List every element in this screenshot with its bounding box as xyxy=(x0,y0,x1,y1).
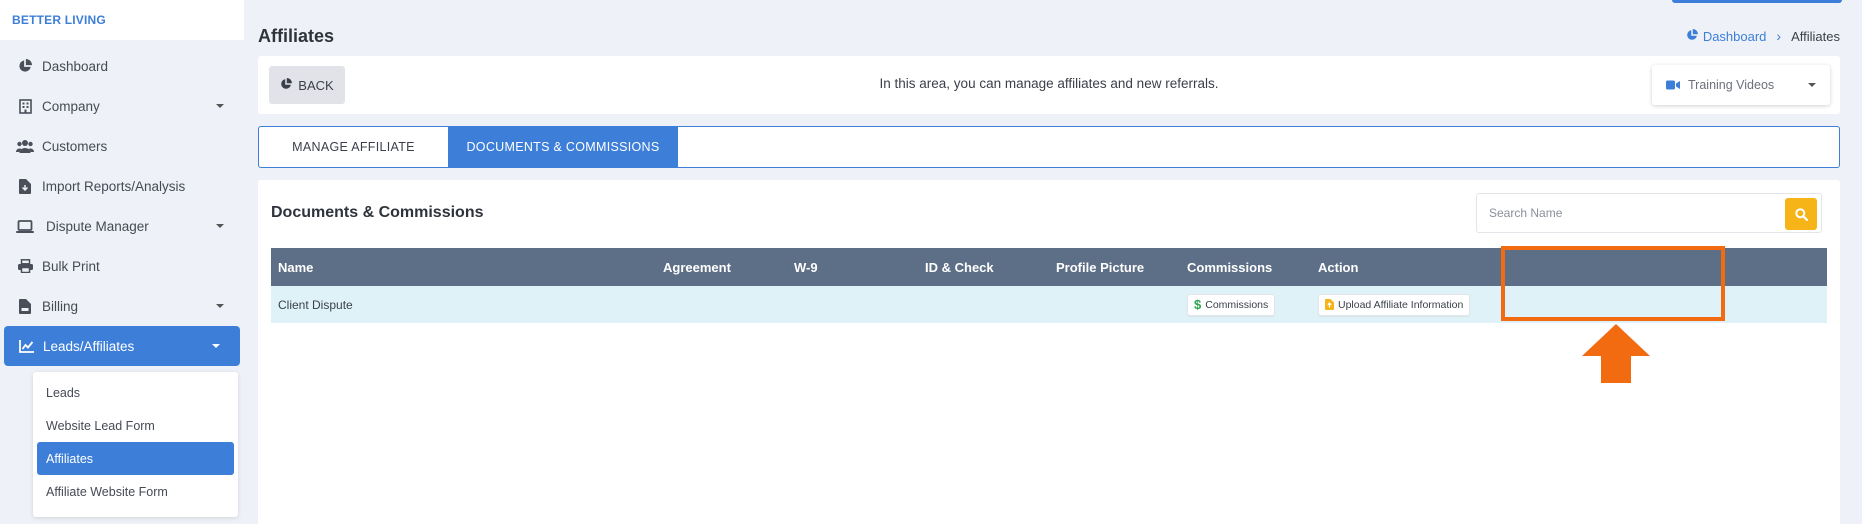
sidebar-item-label: Company xyxy=(42,98,100,114)
tab-bar: MANAGE AFFILIATE DOCUMENTS & COMMISSIONS xyxy=(258,126,1840,168)
chevron-down-icon xyxy=(216,304,224,308)
training-videos-label: Training Videos xyxy=(1688,78,1775,92)
sidebar-item-leads-affiliates[interactable]: Leads/Affiliates xyxy=(4,326,240,366)
building-icon xyxy=(16,97,34,115)
cell-name: Client Dispute xyxy=(278,297,353,312)
page-toolbar: In this area, you can manage affiliates … xyxy=(258,56,1840,114)
sidebar-item-dispute-manager[interactable]: Dispute Manager xyxy=(0,206,244,246)
chevron-down-icon xyxy=(216,104,224,108)
training-videos-dropdown[interactable]: Training Videos xyxy=(1652,65,1830,105)
breadcrumb-home-link[interactable]: Dashboard xyxy=(1686,28,1767,44)
back-button-label: BACK xyxy=(298,77,334,93)
sidebar-item-customers[interactable]: Customers xyxy=(0,126,244,166)
panel-title: Documents & Commissions xyxy=(271,204,484,221)
column-header-w9[interactable]: W-9 xyxy=(787,248,918,286)
sidebar-item-label: Customers xyxy=(42,138,108,154)
sidebar-item-import-reports[interactable]: Import Reports/Analysis xyxy=(0,166,244,206)
file-import-icon xyxy=(16,177,34,195)
search-icon xyxy=(1794,207,1808,221)
leads-affiliates-submenu: Leads Website Lead Form Affiliates Affil… xyxy=(33,372,238,517)
column-header-profile-picture[interactable]: Profile Picture xyxy=(1049,248,1180,286)
column-header-agreement[interactable]: Agreement xyxy=(656,248,787,286)
users-icon xyxy=(16,137,34,155)
sidebar-item-company[interactable]: Company xyxy=(0,86,244,126)
column-header-id-check[interactable]: ID & Check xyxy=(918,248,1049,286)
file-upload-icon xyxy=(1325,299,1334,310)
column-header-commissions[interactable]: Commissions xyxy=(1180,248,1311,286)
chart-line-icon xyxy=(17,337,35,355)
toolbar-message: In this area, you can manage affiliates … xyxy=(879,76,1219,91)
commissions-button-label: Commissions xyxy=(1205,298,1269,311)
video-camera-icon xyxy=(1666,80,1680,90)
pie-chart-icon xyxy=(1686,28,1698,44)
search-input[interactable] xyxy=(1477,194,1767,232)
sidebar-item-label: Bulk Print xyxy=(42,258,100,274)
breadcrumb: Dashboard › Affiliates xyxy=(1686,28,1840,44)
submenu-item-leads[interactable]: Leads xyxy=(33,376,238,409)
sidebar-item-bulk-print[interactable]: Bulk Print xyxy=(0,246,244,286)
laptop-icon xyxy=(16,217,34,235)
chevron-right-icon: › xyxy=(1776,28,1782,44)
invoice-icon xyxy=(16,297,34,315)
search-box xyxy=(1476,193,1822,233)
breadcrumb-current: Affiliates xyxy=(1791,28,1840,44)
brand-logo[interactable]: BETTER LIVING xyxy=(0,0,244,40)
tab-manage-affiliate[interactable]: MANAGE AFFILIATE xyxy=(259,127,448,167)
sidebar-item-dashboard[interactable]: Dashboard xyxy=(0,46,244,86)
sidebar-item-label: Dispute Manager xyxy=(46,218,149,234)
pie-chart-icon xyxy=(16,57,34,75)
chevron-down-icon xyxy=(216,224,224,228)
cell-id-check xyxy=(918,286,1049,323)
page-title: Affiliates xyxy=(258,26,335,46)
sidebar: BETTER LIVING Dashboard Company Customer… xyxy=(0,0,244,524)
submenu-item-website-lead-form[interactable]: Website Lead Form xyxy=(33,409,238,442)
commissions-button[interactable]: $ Commissions xyxy=(1187,293,1276,316)
cell-commissions: $ Commissions xyxy=(1180,286,1311,323)
upload-affiliate-information-button[interactable]: Upload Affiliate Information xyxy=(1318,293,1471,316)
breadcrumb-home-label: Dashboard xyxy=(1702,28,1767,44)
printer-icon xyxy=(16,257,34,275)
sidebar-item-label: Import Reports/Analysis xyxy=(42,178,186,194)
chevron-down-icon xyxy=(212,344,220,348)
back-button[interactable]: BACK xyxy=(269,66,345,104)
annotation-highlight-box xyxy=(1501,246,1725,321)
submenu-item-affiliates[interactable]: Affiliates xyxy=(37,442,234,475)
sidebar-nav: Dashboard Company Customers Import Repor… xyxy=(0,46,244,366)
cell-agreement xyxy=(656,286,787,323)
sidebar-item-billing[interactable]: Billing xyxy=(0,286,244,326)
cell-w9 xyxy=(787,286,918,323)
cell-profile-picture xyxy=(1049,286,1180,323)
upload-button-label: Upload Affiliate Information xyxy=(1338,298,1464,311)
sidebar-item-label: Billing xyxy=(42,298,79,314)
submenu-item-affiliate-website-form[interactable]: Affiliate Website Form xyxy=(33,475,238,508)
annotation-arrow-up-icon xyxy=(1582,324,1650,388)
top-edge-bar xyxy=(1672,0,1842,3)
sidebar-item-label: Dashboard xyxy=(42,58,109,74)
chevron-down-icon xyxy=(1808,83,1816,87)
sidebar-item-label: Leads/Affiliates xyxy=(43,338,135,354)
tab-documents-commissions[interactable]: DOCUMENTS & COMMISSIONS xyxy=(448,127,678,167)
search-button[interactable] xyxy=(1785,198,1817,230)
dollar-icon: $ xyxy=(1194,297,1202,312)
pie-chart-icon xyxy=(280,77,293,93)
column-header-name[interactable]: Name xyxy=(271,248,656,286)
